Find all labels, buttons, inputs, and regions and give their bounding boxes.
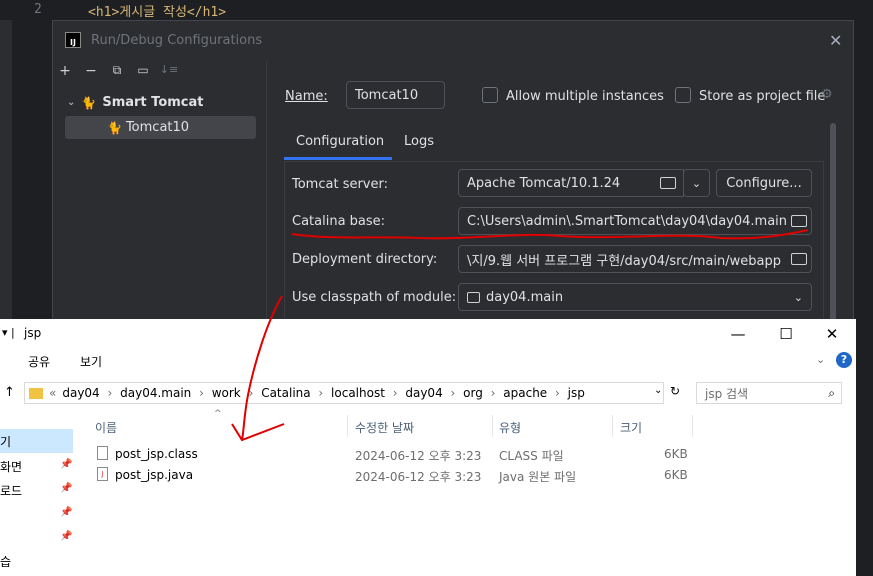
annotation-arrow: [231, 295, 285, 442]
red-annotation-overlay: [231, 229, 809, 442]
annotation-underline: [291, 229, 809, 240]
